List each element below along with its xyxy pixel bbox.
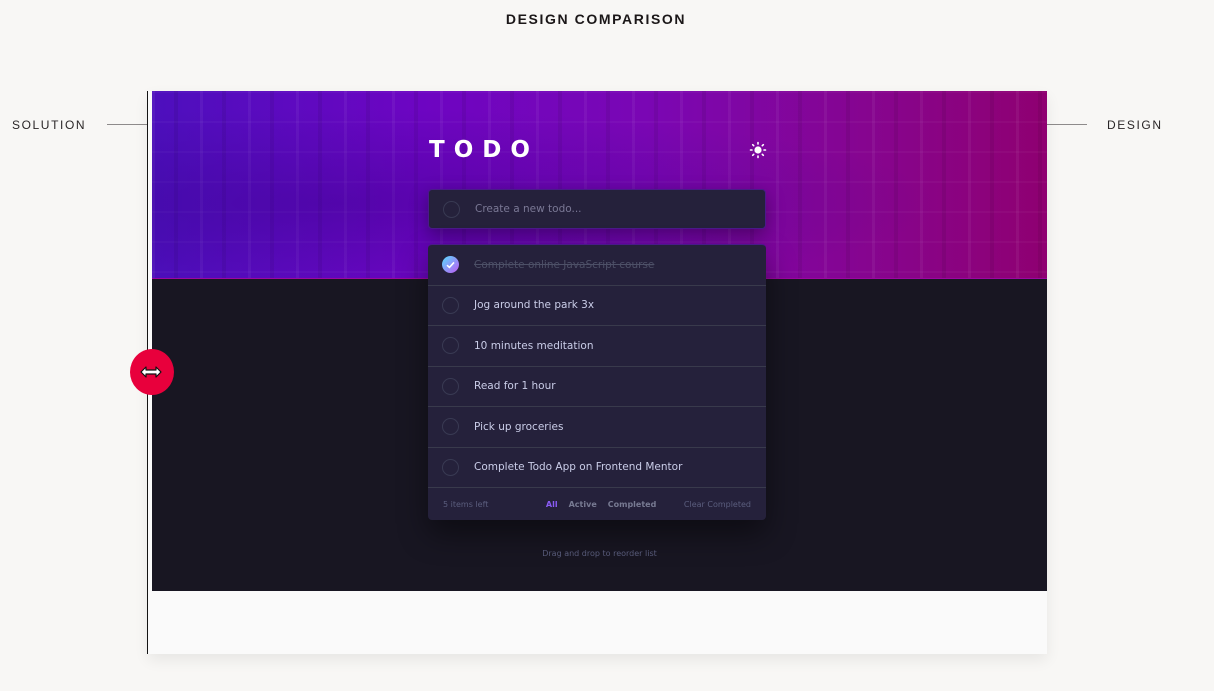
comparison-slider-handle[interactable] — [130, 349, 174, 395]
list-footer: 5 items left All Active Completed Clear … — [428, 488, 766, 520]
todo-text[interactable]: 10 minutes meditation — [474, 340, 593, 352]
new-todo-bar — [428, 189, 766, 229]
design-rule — [1047, 124, 1087, 125]
todo-text[interactable]: Pick up groceries — [474, 421, 563, 433]
todo-app: TODO Create a new todo... Complete onlin… — [152, 91, 1047, 591]
todo-item[interactable]: Jog around the park 3x — [428, 286, 766, 326]
clear-completed-button[interactable]: Clear Completed — [684, 500, 751, 509]
todo-item[interactable]: Pick up groceries — [428, 407, 766, 448]
solution-label: SOLUTION — [12, 118, 87, 132]
new-todo-input[interactable] — [475, 190, 765, 228]
todo-item[interactable]: Complete Todo App on Frontend Mentor — [428, 448, 766, 488]
todo-checkbox-checked[interactable] — [442, 256, 459, 274]
items-left-count: 5 items left — [443, 499, 489, 509]
design-label: DESIGN — [1107, 118, 1163, 132]
page-title: DESIGN COMPARISON — [505, 11, 687, 27]
todo-text[interactable]: Complete online JavaScript course — [474, 259, 654, 271]
todo-text[interactable]: Jog around the park 3x — [474, 299, 594, 311]
todo-item[interactable]: 10 minutes meditation — [428, 326, 766, 367]
filter-active[interactable]: Active — [569, 500, 597, 509]
solution-rule — [107, 124, 147, 125]
todo-item[interactable]: Complete online JavaScript course — [428, 245, 766, 286]
new-todo-circle[interactable] — [443, 200, 460, 218]
filter-completed[interactable]: Completed — [608, 500, 657, 509]
todo-checkbox[interactable] — [442, 418, 459, 436]
todo-item[interactable]: Read for 1 hour — [428, 367, 766, 407]
filter-group: All Active Completed — [518, 500, 684, 509]
filter-all[interactable]: All — [546, 500, 558, 509]
theme-toggle-button[interactable] — [749, 141, 767, 159]
todo-text[interactable]: Read for 1 hour — [474, 380, 556, 392]
todo-checkbox[interactable] — [442, 377, 459, 395]
todo-list: Complete online JavaScript course Jog ar… — [428, 244, 766, 520]
reorder-hint: Drag and drop to reorder list — [542, 549, 657, 558]
check-icon — [446, 261, 455, 269]
todo-checkbox[interactable] — [442, 458, 459, 476]
todo-checkbox[interactable] — [442, 337, 459, 355]
resize-arrows-icon — [140, 366, 162, 378]
todo-checkbox[interactable] — [442, 296, 459, 314]
app-logo: TODO — [429, 137, 539, 163]
todo-text[interactable]: Complete Todo App on Frontend Mentor — [474, 461, 682, 473]
sun-icon — [749, 141, 767, 159]
comparison-frame: TODO Create a new todo... Complete onlin… — [148, 91, 1047, 654]
